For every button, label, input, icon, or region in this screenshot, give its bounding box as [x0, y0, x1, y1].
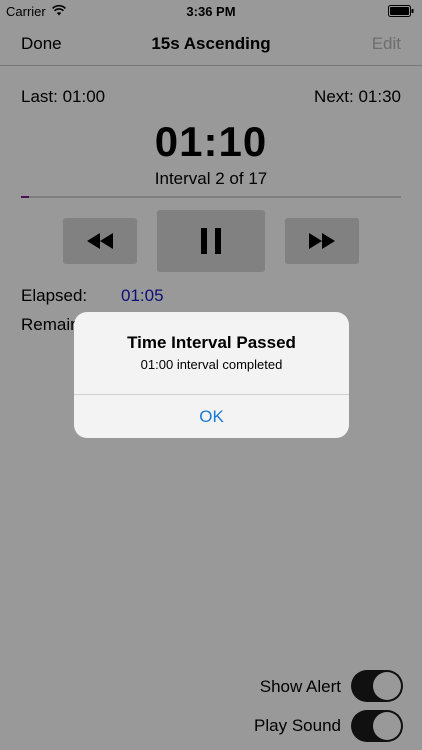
alert-title: Time Interval Passed: [127, 333, 296, 352]
alert-message: 01:00 interval completed: [140, 357, 283, 372]
alert-ok-button[interactable]: OK: [74, 395, 349, 438]
time-interval-alert: Time Interval Passed 01:00 interval comp…: [74, 312, 349, 438]
